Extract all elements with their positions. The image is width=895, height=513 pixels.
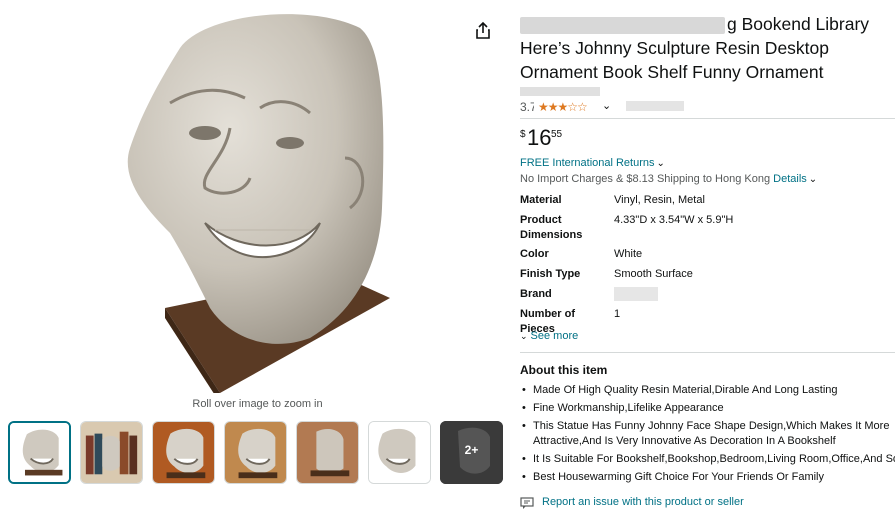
spec-key: Material <box>520 194 562 206</box>
spec-value: White <box>614 248 643 260</box>
thumbnail-more[interactable]: 2+ <box>440 421 503 484</box>
zoom-hint: Roll over image to zoom in <box>192 398 323 410</box>
main-product-image[interactable] <box>110 8 410 393</box>
about-list: Made Of High Quality Resin Material,Dira… <box>520 383 895 485</box>
shipping-text: No Import Charges & $8.13 Shipping to Ho… <box>520 173 771 185</box>
free-returns-link[interactable]: FREE International Returns ⌄ <box>520 157 665 169</box>
thumbnail-6[interactable] <box>368 421 431 484</box>
about-bullet: This Statue Has Funny Johnny Face Shape … <box>520 419 895 449</box>
thumbnail-3[interactable] <box>152 421 215 484</box>
about-bullet: Fine Workmanship,Lifelike Appearance <box>520 401 895 416</box>
see-more-label: See more <box>530 330 579 342</box>
redacted-brand-link[interactable] <box>520 87 600 96</box>
spec-value: 1 <box>614 308 621 320</box>
redacted-review-count[interactable] <box>626 101 684 111</box>
thumbnail-2[interactable] <box>80 421 143 484</box>
spec-key: Product Dimensions <box>520 214 583 241</box>
thumbnail-4[interactable] <box>224 421 287 484</box>
spec-key: Brand <box>520 288 552 300</box>
shipping-info: No Import Charges & $8.13 Shipping to Ho… <box>520 173 817 185</box>
share-icon[interactable] <box>473 21 493 41</box>
star-rating: ★★★☆☆ <box>538 100 588 114</box>
divider <box>520 118 895 119</box>
chevron-down-icon: ⌄ <box>520 331 528 341</box>
redacted-brand <box>614 287 658 302</box>
more-images-label: 2+ <box>464 443 479 457</box>
about-bullet: Best Housewarming Gift Choice For Your F… <box>520 470 895 485</box>
chevron-down-icon[interactable]: ⌄ <box>809 174 817 185</box>
price-symbol: $ <box>520 129 526 140</box>
chevron-down-icon[interactable]: ⌄ <box>602 99 611 112</box>
see-more-link[interactable]: ⌄ See more <box>520 330 578 342</box>
thumbnail-1[interactable] <box>8 421 71 484</box>
rating-value: 3.7 <box>520 100 534 114</box>
about-bullet: Made Of High Quality Resin Material,Dira… <box>520 383 895 398</box>
price-fraction: 55 <box>551 129 563 140</box>
spec-key: Finish Type <box>520 268 581 280</box>
shipping-details-link[interactable]: Details <box>773 173 807 185</box>
spec-value <box>614 287 864 302</box>
report-issue-label: Report an issue with this product or sel… <box>542 496 744 508</box>
spec-value: Smooth Surface <box>614 268 693 280</box>
divider <box>520 352 895 353</box>
spec-value: 4.33"D x 3.54"W x 5.9"H <box>614 214 734 226</box>
star-icon: ★★★☆☆ <box>538 100 588 114</box>
spec-value: Vinyl, Resin, Metal <box>614 194 705 206</box>
price-whole: 16 <box>527 125 552 150</box>
product-title: g Bookend Library Here’s Johnny Sculptur… <box>520 12 890 84</box>
about-title: About this item <box>520 363 608 377</box>
chevron-down-icon: ⌄ <box>656 158 665 169</box>
spec-key: Color <box>520 248 549 260</box>
about-bullet: It Is Suitable For Bookshelf,Bookshop,Be… <box>520 452 895 467</box>
returns-label: FREE International Returns <box>520 157 655 169</box>
redacted-text <box>520 16 725 34</box>
report-icon <box>520 497 534 509</box>
thumbnail-5[interactable] <box>296 421 359 484</box>
